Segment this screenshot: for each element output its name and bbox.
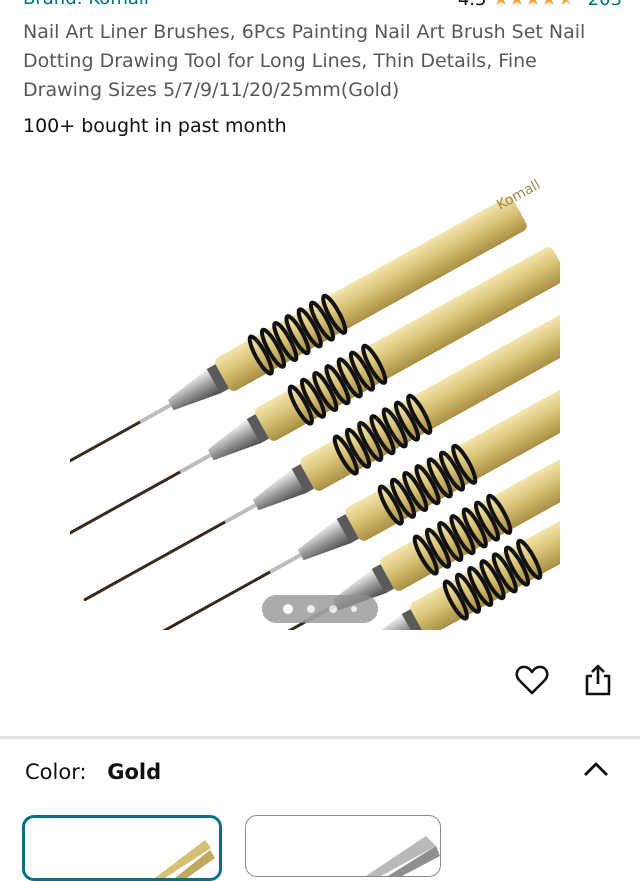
bought-count: 100+ bought in past month xyxy=(23,115,287,137)
color-swatch-gold[interactable] xyxy=(22,815,222,881)
heart-outline-icon[interactable] xyxy=(512,660,552,700)
product-image[interactable]: Komall xyxy=(70,160,570,630)
star-rating-icon: ★★★★★ xyxy=(492,0,574,10)
carousel-dot[interactable] xyxy=(307,605,315,613)
brand-link[interactable]: Brand: Komall xyxy=(23,0,149,9)
swatch-gold-image xyxy=(155,840,215,878)
carousel-dot[interactable] xyxy=(329,605,337,613)
chevron-up-icon[interactable] xyxy=(578,754,614,784)
product-title: Nail Art Liner Brushes, 6Pcs Painting Na… xyxy=(23,21,586,101)
carousel-dot[interactable] xyxy=(283,604,293,614)
rating[interactable]: 4.5 ★★★★★ 203 xyxy=(458,0,622,10)
brand-mark: Komall xyxy=(494,177,543,214)
variant-value: Gold xyxy=(107,760,162,784)
color-swatch-silver[interactable] xyxy=(245,815,441,877)
brand-rating-row: Brand: Komall 4.5 ★★★★★ 203 xyxy=(23,0,622,12)
variant-label: Color: xyxy=(25,760,87,784)
variant-selector: Color: Gold xyxy=(25,760,161,784)
carousel-indicator[interactable] xyxy=(262,595,378,623)
share-icon[interactable] xyxy=(578,660,618,700)
swatch-silver-image xyxy=(366,836,440,876)
rating-count[interactable]: 203 xyxy=(588,0,622,10)
rating-value: 4.5 xyxy=(458,0,487,10)
carousel-dot[interactable] xyxy=(351,606,357,612)
section-divider xyxy=(0,736,640,739)
